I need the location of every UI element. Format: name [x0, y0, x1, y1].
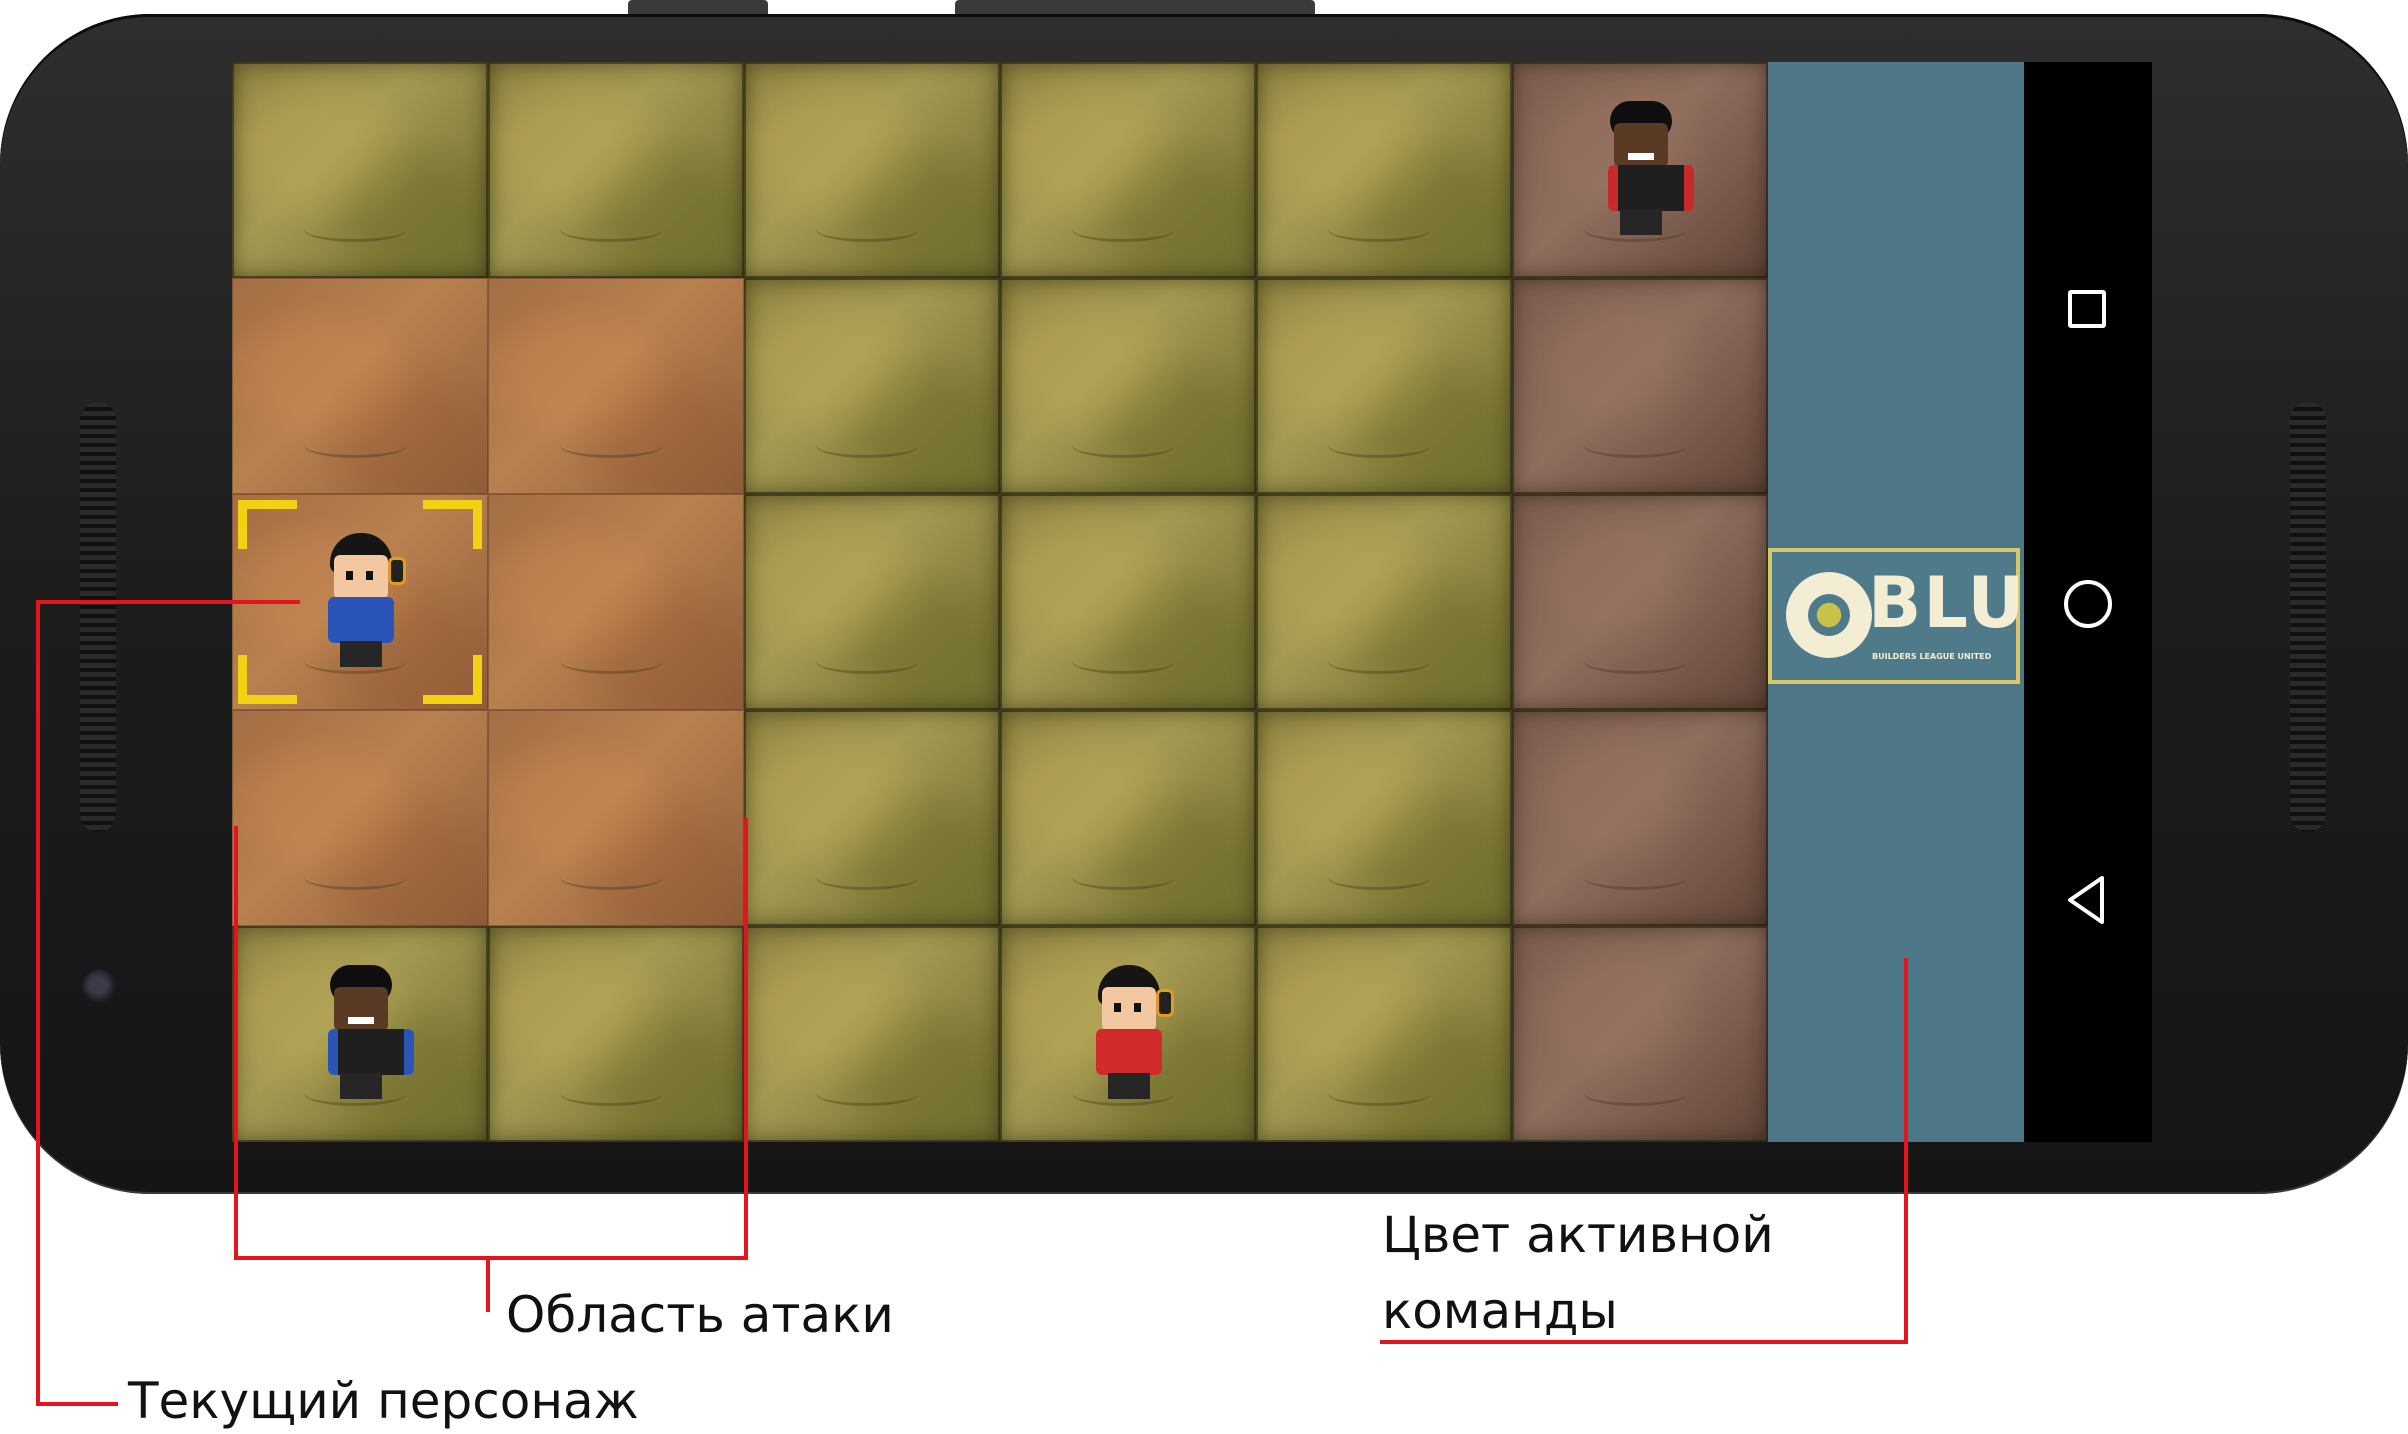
tile[interactable] [1000, 278, 1256, 494]
volume-button [628, 0, 768, 14]
power-button [955, 0, 1315, 14]
tile[interactable] [1512, 278, 1768, 494]
tile[interactable] [1256, 494, 1512, 710]
attack-area-tile[interactable] [232, 710, 488, 926]
tile[interactable] [1512, 494, 1768, 710]
team-color-pointer-line [1904, 958, 1908, 1344]
tile[interactable] [744, 62, 1000, 278]
current-character-pointer-line [36, 600, 40, 1406]
tile[interactable] [1000, 62, 1256, 278]
back-icon[interactable] [2058, 870, 2118, 930]
blue-engineer-character[interactable] [310, 959, 414, 1109]
tile[interactable] [1512, 62, 1768, 278]
tile[interactable] [1256, 62, 1512, 278]
attack-area-bracket [486, 1256, 490, 1312]
active-team-panel: BLU BUILDERS LEAGUE UNITED [1768, 62, 2024, 1142]
speaker-grille-left [80, 402, 116, 832]
current-character-pointer-line [36, 1402, 118, 1406]
blu-team-logo: BLU BUILDERS LEAGUE UNITED [1768, 548, 2024, 684]
tile[interactable] [1256, 278, 1512, 494]
attack-area-tile[interactable] [488, 494, 744, 710]
game-board [232, 62, 1768, 1142]
android-nav-bar [2024, 62, 2152, 1142]
tile[interactable] [232, 926, 488, 1142]
tile[interactable] [744, 278, 1000, 494]
tile[interactable] [744, 710, 1000, 926]
tile[interactable] [1256, 710, 1512, 926]
home-icon[interactable] [2058, 574, 2118, 634]
active-team-color-label-line2: команды [1382, 1282, 1618, 1340]
tile[interactable] [744, 926, 1000, 1142]
tile[interactable] [488, 926, 744, 1142]
attack-area-tile[interactable] [488, 278, 744, 494]
tile[interactable] [1256, 926, 1512, 1142]
front-camera [82, 969, 118, 1005]
attack-area-bracket [744, 818, 748, 1260]
current-character-pointer-line [36, 600, 300, 604]
attack-area-label: Область атаки [506, 1286, 894, 1344]
blu-logo-text: BLU [1868, 562, 2027, 644]
current-character-label: Текущий персонаж [128, 1372, 639, 1430]
wrench-icon [1786, 572, 1872, 658]
blue-scout-character[interactable] [310, 527, 410, 677]
tile[interactable] [1512, 710, 1768, 926]
red-engineer-character[interactable] [1590, 95, 1694, 245]
tile[interactable] [1512, 926, 1768, 1142]
attack-area-tile[interactable] [232, 278, 488, 494]
blu-logo-subtitle: BUILDERS LEAGUE UNITED [1872, 652, 1992, 661]
attack-area-bracket [234, 826, 238, 1260]
tile[interactable] [232, 62, 488, 278]
attack-area-tile[interactable] [488, 710, 744, 926]
game-screen: BLU BUILDERS LEAGUE UNITED [232, 62, 2152, 1142]
active-team-color-label-line1: Цвет активной [1382, 1206, 1774, 1264]
red-scout-character[interactable] [1078, 959, 1178, 1109]
speaker-grille-right [2290, 402, 2326, 832]
recent-apps-icon[interactable] [2058, 280, 2118, 340]
tile[interactable] [1000, 710, 1256, 926]
tile[interactable] [488, 62, 744, 278]
tile[interactable] [1000, 926, 1256, 1142]
tile[interactable] [1000, 494, 1256, 710]
tile[interactable] [744, 494, 1000, 710]
attack-area-bracket [234, 1256, 748, 1260]
